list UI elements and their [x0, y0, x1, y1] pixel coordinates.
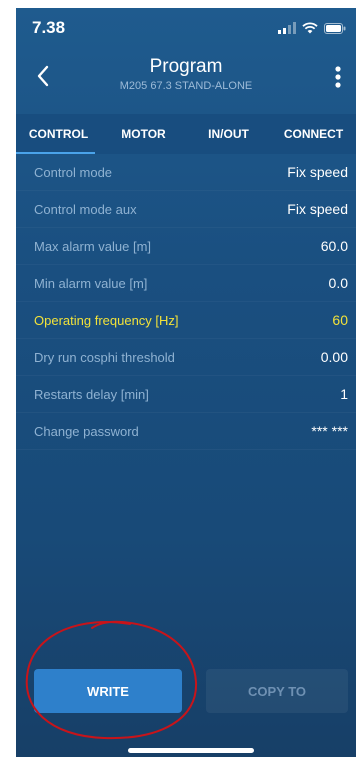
tab-motor[interactable]: MOTOR: [101, 114, 186, 154]
tab-bar: CONTROL MOTOR IN/OUT CONNECT: [16, 114, 356, 154]
setting-value: 60.0: [320, 238, 348, 254]
home-indicator: [128, 748, 254, 753]
setting-label: Max alarm value [m]: [34, 238, 152, 254]
status-icons: [278, 22, 346, 34]
setting-dry-run-cosphi-threshold[interactable]: Dry run cosphi threshold 0.00: [16, 339, 356, 376]
setting-value: 0.00: [320, 349, 348, 365]
setting-label: Min alarm value [m]: [34, 275, 148, 291]
status-bar: 7.38: [16, 8, 356, 52]
more-options-button[interactable]: [326, 64, 350, 90]
setting-label: Control mode aux: [34, 201, 137, 217]
setting-value: 1: [340, 386, 348, 402]
settings-list: Control mode Fix speed Control mode aux …: [16, 154, 356, 450]
more-vertical-icon: [335, 66, 341, 88]
setting-value: *** ***: [311, 423, 348, 439]
battery-icon: [324, 23, 346, 34]
signal-icon: [278, 22, 296, 34]
setting-value: 60: [332, 312, 348, 328]
setting-label: Control mode: [34, 164, 113, 180]
tab-in-out[interactable]: IN/OUT: [186, 114, 271, 154]
app-header: Program M205 67.3 STAND-ALONE: [16, 52, 356, 102]
page-title: Program: [149, 56, 223, 77]
setting-label: Change password: [34, 423, 139, 439]
setting-value: Fix speed: [287, 201, 348, 217]
setting-value: Fix speed: [287, 164, 348, 180]
copy-to-button[interactable]: COPY TO: [206, 669, 348, 713]
page-subtitle: M205 67.3 STAND-ALONE: [119, 80, 253, 92]
wifi-icon: [302, 22, 318, 34]
setting-label: Operating frequency [Hz]: [34, 312, 179, 328]
setting-operating-frequency[interactable]: Operating frequency [Hz] 60: [16, 302, 356, 339]
setting-control-mode[interactable]: Control mode Fix speed: [16, 154, 356, 191]
setting-label: Restarts delay [min]: [34, 386, 149, 402]
setting-label: Dry run cosphi threshold: [34, 349, 175, 365]
setting-restarts-delay[interactable]: Restarts delay [min] 1: [16, 376, 356, 413]
status-time: 7.38: [32, 18, 66, 37]
setting-value: 0.0: [328, 275, 348, 291]
write-button[interactable]: WRITE: [34, 669, 182, 713]
setting-max-alarm-value[interactable]: Max alarm value [m] 60.0: [16, 228, 356, 265]
setting-control-mode-aux[interactable]: Control mode aux Fix speed: [16, 191, 356, 228]
setting-change-password[interactable]: Change password *** ***: [16, 413, 356, 450]
phone-screen: 7.38 Program M205 67.3 STAND-ALONE CONTR…: [16, 8, 356, 757]
setting-min-alarm-value[interactable]: Min alarm value [m] 0.0: [16, 265, 356, 302]
tab-control[interactable]: CONTROL: [16, 114, 101, 154]
tab-connect[interactable]: CONNECT: [271, 114, 356, 154]
